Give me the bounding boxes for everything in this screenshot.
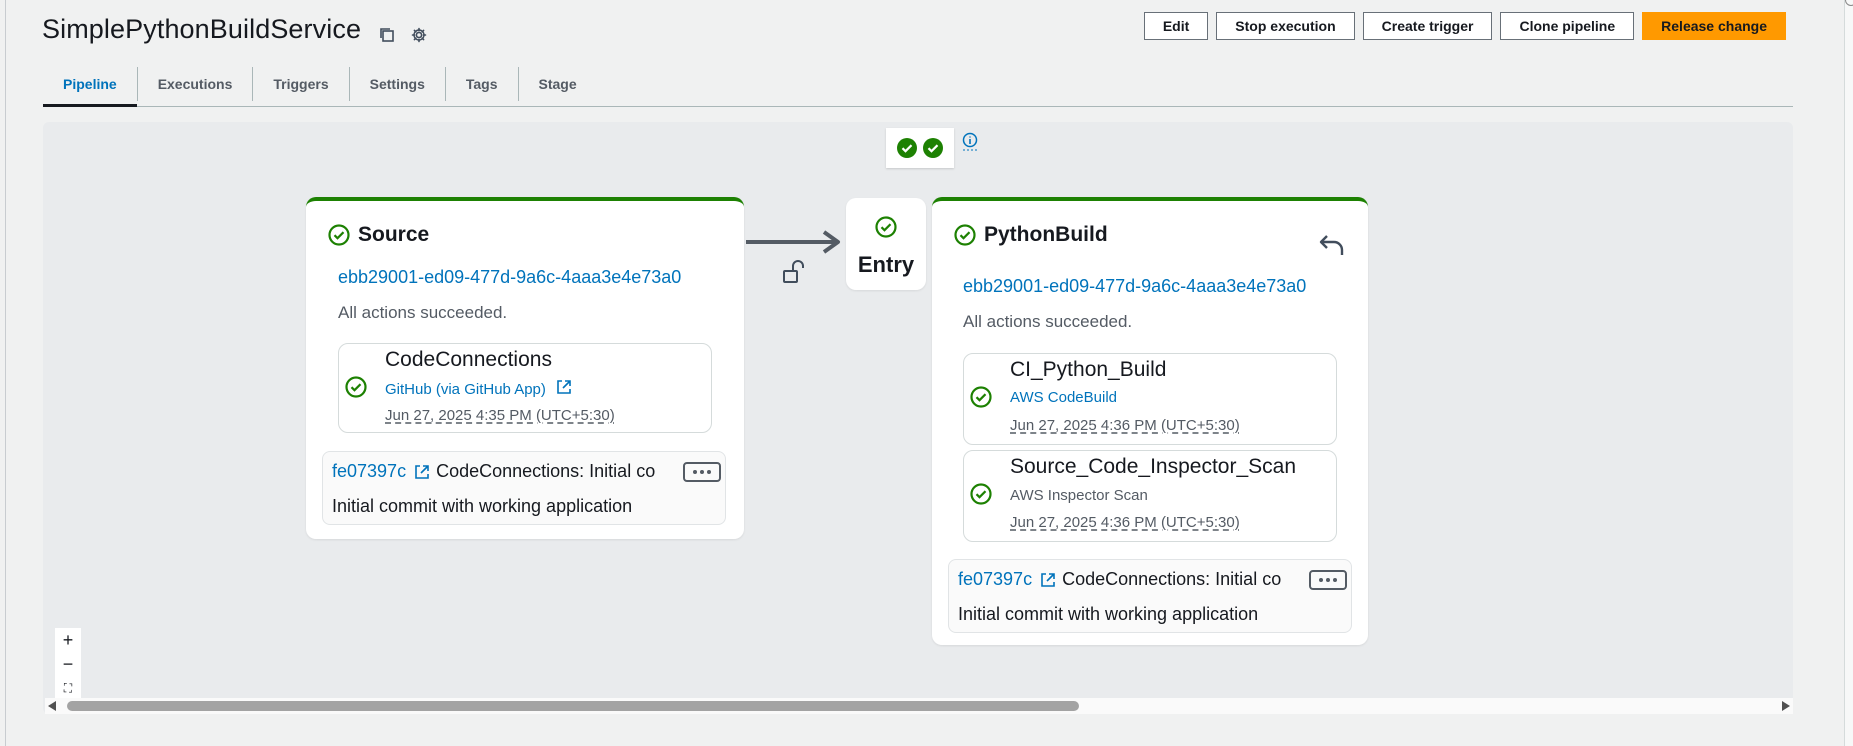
stage-source: Source ebb29001-ed09-477d-9a6c-4aaa3e4e7… bbox=[306, 197, 744, 539]
action-timestamp[interactable]: Jun 27, 2025 4:35 PM (UTC+5:30) bbox=[385, 407, 615, 424]
success-icon bbox=[970, 483, 992, 505]
tab-stage[interactable]: Stage bbox=[519, 67, 597, 101]
success-icon bbox=[875, 216, 897, 238]
action-card-codeconnections[interactable]: CodeConnections GitHub (via GitHub App) … bbox=[338, 343, 712, 433]
left-frame-border bbox=[5, 0, 6, 746]
clone-pipeline-button[interactable]: Clone pipeline bbox=[1500, 12, 1635, 40]
toolbar: Edit Stop execution Create trigger Clone… bbox=[1143, 12, 1786, 40]
zoom-controls: + − ⛶ bbox=[55, 628, 81, 700]
tab-triggers[interactable]: Triggers bbox=[253, 67, 350, 101]
unlock-icon[interactable] bbox=[781, 258, 805, 286]
commit-id-link[interactable]: fe07397c bbox=[332, 461, 406, 482]
stage-source-header: Source bbox=[328, 223, 429, 247]
edit-button[interactable]: Edit bbox=[1143, 12, 1209, 40]
action-provider-text: GitHub (via GitHub App) bbox=[385, 381, 546, 398]
corner-indicator bbox=[1845, 0, 1853, 6]
action-provider-link[interactable]: AWS CodeBuild bbox=[1010, 389, 1117, 406]
success-icon bbox=[345, 376, 367, 398]
commit-id-link[interactable]: fe07397c bbox=[958, 569, 1032, 590]
stage-pythonbuild: PythonBuild ebb29001-ed09-477d-9a6c-4aaa… bbox=[932, 197, 1368, 645]
create-trigger-button[interactable]: Create trigger bbox=[1362, 12, 1493, 40]
action-provider-text: AWS Inspector Scan bbox=[1010, 487, 1148, 504]
rollback-icon[interactable] bbox=[1318, 233, 1346, 257]
commit-description: Initial commit with working application bbox=[332, 496, 633, 516]
entry-label: Entry bbox=[857, 252, 915, 277]
external-link-icon[interactable] bbox=[1040, 572, 1056, 588]
success-icon bbox=[328, 224, 350, 246]
commit-message: CodeConnections: Initial co bbox=[1062, 569, 1282, 589]
source-execution-id-link[interactable]: ebb29001-ed09-477d-9a6c-4aaa3e4e73a0 bbox=[338, 267, 681, 288]
commit-row: fe07397c CodeConnections: Initial co bbox=[332, 461, 673, 482]
build-execution-id-link[interactable]: ebb29001-ed09-477d-9a6c-4aaa3e4e73a0 bbox=[963, 276, 1306, 297]
zoom-out-button[interactable]: − bbox=[55, 652, 81, 676]
tab-tags[interactable]: Tags bbox=[446, 67, 519, 101]
scroll-left-arrow[interactable] bbox=[48, 701, 56, 711]
tab-settings[interactable]: Settings bbox=[350, 67, 446, 101]
horizontal-scrollbar[interactable] bbox=[45, 698, 1793, 714]
success-filled-icon bbox=[897, 138, 917, 158]
commit-row: fe07397c CodeConnections: Initial co bbox=[958, 569, 1299, 590]
success-filled-icon bbox=[923, 138, 943, 158]
action-card-ci-python-build[interactable]: CI_Python_Build AWS CodeBuild Jun 27, 20… bbox=[963, 353, 1337, 445]
action-provider-link[interactable]: GitHub (via GitHub App) bbox=[385, 379, 572, 398]
tab-bar: Pipeline Executions Triggers Settings Ta… bbox=[43, 62, 1793, 107]
stage-build-name: PythonBuild bbox=[984, 223, 1108, 246]
build-stage-status: All actions succeeded. bbox=[963, 312, 1133, 331]
stage-source-name: Source bbox=[358, 223, 430, 246]
action-timestamp[interactable]: Jun 27, 2025 4:36 PM (UTC+5:30) bbox=[1010, 514, 1240, 531]
action-name: CodeConnections bbox=[385, 348, 552, 371]
commit-message: CodeConnections: Initial co bbox=[436, 461, 656, 481]
tab-pipeline[interactable]: Pipeline bbox=[43, 67, 138, 107]
action-name: CI_Python_Build bbox=[1010, 358, 1167, 381]
success-icon bbox=[954, 224, 976, 246]
fit-view-button[interactable]: ⛶ bbox=[55, 676, 81, 700]
gear-icon[interactable] bbox=[410, 26, 428, 44]
external-link-icon bbox=[557, 380, 571, 394]
external-link-icon[interactable] bbox=[414, 464, 430, 480]
scrollbar-thumb[interactable] bbox=[67, 701, 1079, 711]
info-icon[interactable] bbox=[962, 132, 978, 152]
zoom-in-button[interactable]: + bbox=[55, 628, 81, 652]
copy-icon[interactable] bbox=[378, 26, 396, 44]
execution-status-chip[interactable] bbox=[886, 128, 954, 168]
scroll-right-arrow[interactable] bbox=[1782, 701, 1790, 711]
commit-description: Initial commit with working application bbox=[958, 604, 1259, 624]
entry-node[interactable]: Entry bbox=[846, 198, 926, 290]
stop-execution-button[interactable]: Stop execution bbox=[1216, 12, 1355, 40]
source-commit-box: fe07397c CodeConnections: Initial co Ini… bbox=[322, 451, 726, 525]
action-card-inspector-scan[interactable]: Source_Code_Inspector_Scan AWS Inspector… bbox=[963, 450, 1337, 542]
action-timestamp[interactable]: Jun 27, 2025 4:36 PM (UTC+5:30) bbox=[1010, 417, 1240, 434]
page-title: SimplePythonBuildService bbox=[42, 14, 362, 44]
more-options-button[interactable] bbox=[1309, 570, 1347, 590]
right-scrollbar-strip bbox=[1844, 0, 1853, 746]
source-stage-status: All actions succeeded. bbox=[338, 303, 508, 322]
more-options-button[interactable] bbox=[683, 462, 721, 482]
build-commit-box: fe07397c CodeConnections: Initial co Ini… bbox=[948, 559, 1352, 633]
action-name: Source_Code_Inspector_Scan bbox=[1010, 455, 1297, 478]
release-change-button[interactable]: Release change bbox=[1642, 12, 1786, 40]
success-icon bbox=[970, 386, 992, 408]
stage-build-header: PythonBuild bbox=[954, 223, 1108, 247]
tab-executions[interactable]: Executions bbox=[138, 67, 254, 101]
